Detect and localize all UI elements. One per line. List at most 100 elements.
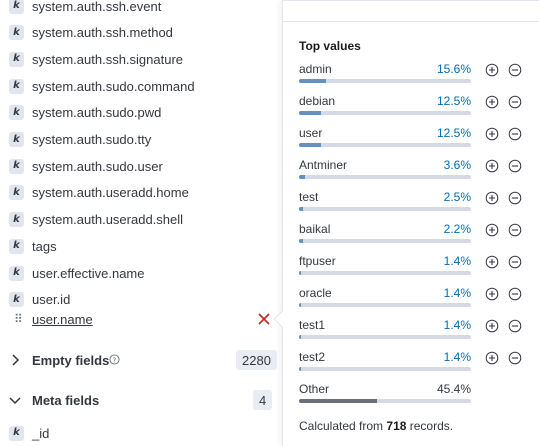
- record-count: 718: [386, 419, 407, 433]
- calculated-prefix: Calculated from: [299, 419, 384, 433]
- meta-field-item[interactable]: k _id: [0, 420, 282, 446]
- top-value-bar-track: [299, 367, 471, 371]
- top-value-label: ftpuser: [299, 254, 336, 268]
- field-name-label[interactable]: user.name: [32, 312, 93, 327]
- filter-out-minus-icon[interactable]: [508, 287, 522, 301]
- top-value-percent: 12.5%: [436, 94, 471, 108]
- top-value-row: test1 1.4%: [299, 318, 533, 350]
- keyword-type-icon: k: [9, 25, 24, 41]
- keyword-type-icon: k: [9, 0, 24, 14]
- top-value-row: admin 15.6%: [299, 62, 533, 94]
- field-item-user-name[interactable]: ⠿ user.name: [0, 306, 282, 332]
- keyword-type-icon: k: [9, 292, 24, 308]
- filter-in-plus-icon[interactable]: [485, 63, 499, 77]
- top-value-label: test1: [299, 318, 326, 332]
- filter-out-minus-icon[interactable]: [508, 255, 522, 269]
- filter-out-minus-icon[interactable]: [508, 191, 522, 205]
- filter-in-plus-icon[interactable]: [485, 191, 499, 205]
- top-value-bar-track: [299, 79, 471, 83]
- field-name-label[interactable]: tags: [32, 239, 57, 254]
- empty-fields-title: Empty fields: [32, 353, 110, 368]
- filter-out-minus-icon[interactable]: [508, 95, 522, 109]
- filter-out-minus-icon[interactable]: [508, 127, 522, 141]
- top-value-percent: 45.4%: [436, 382, 471, 396]
- chevron-down-icon[interactable]: [8, 393, 22, 407]
- top-value-row: debian 12.5%: [299, 94, 533, 126]
- keyword-type-icon: k: [9, 425, 24, 441]
- top-value-percent: 1.4%: [443, 254, 471, 268]
- meta-fields-section[interactable]: Meta fields 4: [0, 387, 282, 413]
- field-item[interactable]: k system.auth.ssh.method: [0, 20, 282, 46]
- filter-out-minus-icon[interactable]: [508, 63, 522, 77]
- field-name-label[interactable]: system.auth.ssh.event: [32, 0, 161, 14]
- field-name-label[interactable]: user.effective.name: [32, 266, 145, 281]
- top-value-bar-track: [299, 207, 471, 211]
- field-name-label[interactable]: user.id: [32, 292, 70, 307]
- field-item[interactable]: k user.effective.name: [0, 260, 282, 286]
- field-name-label[interactable]: system.auth.sudo.command: [32, 79, 195, 94]
- top-value-percent: 1.4%: [443, 286, 471, 300]
- top-value-bar-fill: [299, 207, 304, 211]
- field-item[interactable]: k system.auth.useradd.shell: [0, 207, 282, 233]
- help-icon[interactable]: ?: [109, 354, 120, 365]
- top-value-percent: 1.4%: [443, 318, 471, 332]
- field-name-label[interactable]: system.auth.ssh.method: [32, 25, 173, 40]
- field-name-label[interactable]: system.auth.sudo.user: [32, 159, 163, 174]
- filter-in-plus-icon[interactable]: [485, 319, 499, 333]
- filter-in-plus-icon[interactable]: [485, 351, 499, 365]
- filter-out-minus-icon[interactable]: [508, 223, 522, 237]
- top-value-bar-fill: [299, 79, 326, 83]
- top-value-bar-track: [299, 399, 471, 403]
- top-value-bar-track: [299, 271, 471, 275]
- field-item[interactable]: k system.auth.sudo.pwd: [0, 100, 282, 126]
- top-value-bar-fill: [299, 335, 302, 339]
- top-value-bar-fill: [299, 399, 378, 403]
- top-value-bar-track: [299, 239, 471, 243]
- filter-out-minus-icon[interactable]: [508, 319, 522, 333]
- filter-in-plus-icon[interactable]: [485, 223, 499, 237]
- keyword-type-icon: k: [9, 132, 24, 147]
- filter-in-plus-icon[interactable]: [485, 255, 499, 269]
- filter-in-plus-icon[interactable]: [485, 127, 499, 141]
- top-value-bar-track: [299, 335, 471, 339]
- top-value-bar-fill: [299, 143, 321, 147]
- top-value-row: ftpuser 1.4%: [299, 254, 533, 286]
- filter-in-plus-icon[interactable]: [485, 159, 499, 173]
- field-item[interactable]: k system.auth.ssh.signature: [0, 46, 282, 72]
- field-name-label[interactable]: system.auth.sudo.tty: [32, 132, 151, 147]
- top-value-row: oracle 1.4%: [299, 286, 533, 318]
- field-item[interactable]: k system.auth.useradd.home: [0, 180, 282, 206]
- field-item[interactable]: k system.auth.ssh.event: [0, 0, 282, 19]
- top-value-row: Antminer 3.6%: [299, 158, 533, 190]
- filter-out-minus-icon[interactable]: [508, 159, 522, 173]
- top-value-bar-fill: [299, 175, 306, 179]
- field-name-label[interactable]: system.auth.useradd.home: [32, 185, 189, 200]
- top-value-label: Antminer: [299, 158, 348, 172]
- keyword-type-icon: k: [9, 212, 24, 228]
- top-value-bar-track: [299, 303, 471, 307]
- field-item[interactable]: k system.auth.sudo.command: [0, 73, 282, 99]
- field-name-label[interactable]: system.auth.sudo.pwd: [32, 105, 161, 120]
- chevron-right-icon[interactable]: [8, 353, 22, 367]
- calculated-from-text: Calculated from 718 records.: [299, 419, 453, 433]
- keyword-type-icon: k: [9, 158, 24, 174]
- filter-out-minus-icon[interactable]: [508, 351, 522, 365]
- empty-fields-section[interactable]: Empty fields ? 2280: [0, 347, 282, 373]
- field-name-label[interactable]: system.auth.useradd.shell: [32, 212, 183, 227]
- top-value-label: admin: [299, 62, 332, 76]
- top-value-bar-fill: [299, 111, 321, 115]
- filter-in-plus-icon[interactable]: [485, 95, 499, 109]
- top-value-label: user: [299, 126, 323, 140]
- field-name-label[interactable]: system.auth.ssh.signature: [32, 52, 183, 67]
- filter-in-plus-icon[interactable]: [485, 287, 499, 301]
- top-value-label: test: [299, 190, 319, 204]
- field-item[interactable]: k system.auth.sudo.user: [0, 153, 282, 179]
- field-item[interactable]: k tags: [0, 233, 282, 259]
- field-item[interactable]: k system.auth.sudo.tty: [0, 127, 282, 153]
- drag-handle-icon[interactable]: ⠿: [14, 312, 23, 326]
- keyword-type-icon: k: [9, 185, 24, 201]
- top-value-bar-track: [299, 143, 471, 147]
- top-value-percent: 2.2%: [443, 222, 471, 236]
- field-name-label[interactable]: _id: [32, 426, 49, 441]
- close-icon[interactable]: [257, 312, 271, 326]
